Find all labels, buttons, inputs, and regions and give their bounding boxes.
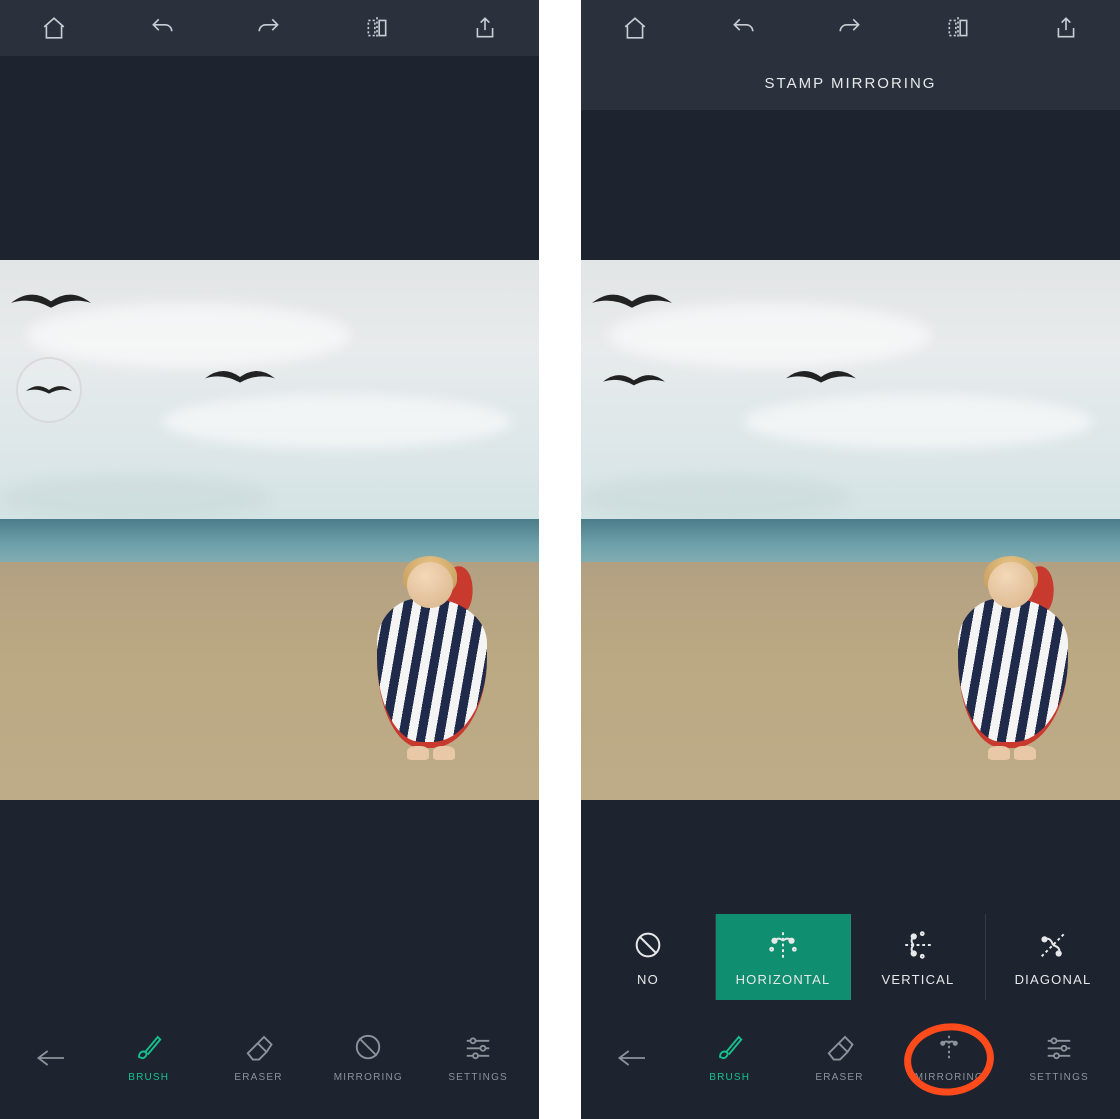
brush-button[interactable]: BRUSH [94,1032,204,1083]
share-icon[interactable] [1038,0,1094,56]
compare-icon[interactable] [349,0,405,56]
top-toolbar [581,0,1120,56]
top-toolbar [0,0,539,56]
settings-button[interactable]: SETTINGS [423,1032,533,1083]
canvas-spacer [581,110,1120,260]
bird-icon [786,363,856,389]
mirror-option-no[interactable]: NO [581,914,716,1000]
panel-gap [539,0,581,1119]
eraser-label: ERASER [815,1072,863,1083]
mirror-horizontal-label: HORIZONTAL [736,972,831,987]
bird-icon [592,287,672,317]
home-icon[interactable] [607,0,663,56]
bird-icon [11,287,91,317]
bottom-toolbar: BRUSH ERASER MIRRORING SETTINGS [0,1000,539,1119]
home-icon[interactable] [26,0,82,56]
redo-icon[interactable] [241,0,297,56]
mirroring-button[interactable]: MIRRORING [313,1032,423,1083]
eraser-button[interactable]: ERASER [204,1032,314,1083]
brush-label: BRUSH [709,1072,750,1083]
settings-button[interactable]: SETTINGS [1004,1032,1114,1083]
settings-label: SETTINGS [1029,1072,1089,1083]
mirror-options-row: NO HORIZONTAL VERTICAL DIAGONAL [581,914,1120,1000]
canvas-spacer [0,56,539,260]
mirror-vertical-label: VERTICAL [882,972,955,987]
photo-canvas[interactable] [0,260,539,800]
brush-button[interactable]: BRUSH [675,1032,785,1083]
mirror-option-diagonal[interactable]: DIAGONAL [986,914,1120,1000]
mode-banner: STAMP MIRRORING [581,56,1120,110]
photo-subject [377,562,487,782]
banner-text: STAMP MIRRORING [765,75,937,92]
share-icon[interactable] [457,0,513,56]
back-button[interactable] [6,1048,94,1068]
bird-icon [603,368,665,396]
mirror-option-vertical[interactable]: VERTICAL [851,914,986,1000]
mirroring-label: MIRRORING [334,1072,403,1083]
photo-canvas[interactable] [581,260,1120,800]
left-screenshot: BRUSH ERASER MIRRORING SETTINGS [0,0,539,1119]
redo-icon[interactable] [822,0,878,56]
mirroring-label: MIRRORING [915,1072,984,1083]
mirroring-button[interactable]: MIRRORING [894,1032,1004,1083]
compare-icon[interactable] [930,0,986,56]
photo-subject [958,562,1068,782]
eraser-button[interactable]: ERASER [785,1032,895,1083]
mirror-diagonal-label: DIAGONAL [1015,972,1092,987]
right-screenshot: STAMP MIRRORING NO HORIZONTAL VERTICAL D… [581,0,1120,1119]
back-button[interactable] [587,1048,675,1068]
undo-icon[interactable] [134,0,190,56]
undo-icon[interactable] [715,0,771,56]
mirror-option-horizontal[interactable]: HORIZONTAL [716,914,851,1000]
stamp-preview-circle[interactable] [16,357,82,423]
mirror-no-label: NO [637,972,659,987]
settings-label: SETTINGS [448,1072,508,1083]
brush-label: BRUSH [128,1072,169,1083]
bottom-toolbar: BRUSH ERASER MIRRORING SETTINGS [581,1000,1120,1119]
bird-icon [205,363,275,389]
eraser-label: ERASER [234,1072,282,1083]
